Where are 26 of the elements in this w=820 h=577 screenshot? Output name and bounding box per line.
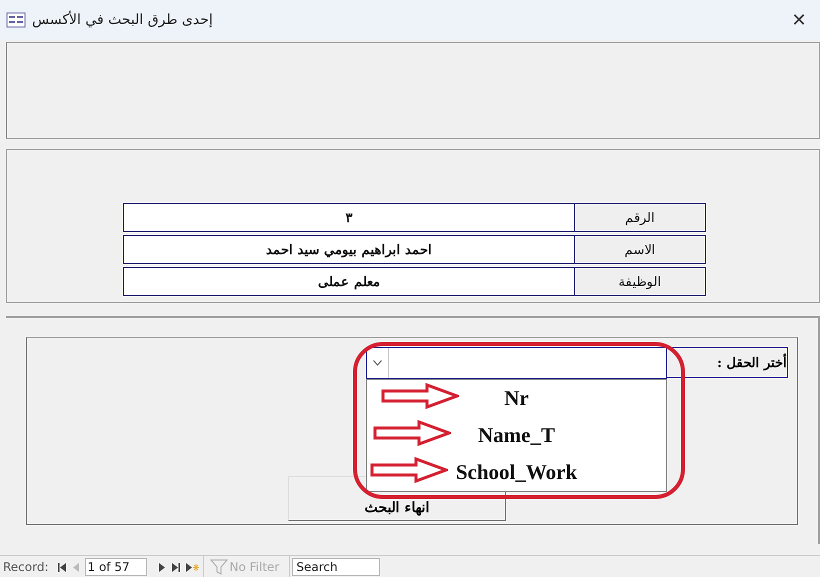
- dropdown-option[interactable]: Nr: [367, 380, 666, 417]
- new-record-icon: [186, 562, 200, 572]
- label-cell: الوظيفة: [575, 267, 706, 296]
- label-cell: الرقم: [575, 203, 706, 232]
- arrow-icon: [373, 420, 451, 446]
- triangle-icon: [172, 562, 180, 572]
- label-cell: الاسم: [575, 235, 706, 264]
- funnel-icon: [210, 558, 228, 576]
- arrow-icon: [370, 457, 448, 483]
- field-label: أختر الحقل :: [667, 347, 788, 378]
- form-icon: [6, 12, 26, 28]
- caret-icon: [373, 360, 382, 366]
- arrow-icon: [381, 383, 459, 409]
- value-cell: احمد ابراهيم بيومي سيد احمد: [123, 235, 575, 264]
- record-position-field[interactable]: 1 of 57: [84, 558, 147, 576]
- search-field[interactable]: Search: [292, 558, 380, 576]
- triangle-icon: [158, 562, 166, 572]
- window-title: إحدى طرق البحث في الأكسس: [32, 12, 213, 28]
- field-combo-box[interactable]: [366, 347, 667, 379]
- triangle-icon: [72, 562, 80, 572]
- dropdown-option[interactable]: Name_T: [367, 417, 666, 454]
- close-button[interactable]: ✕: [784, 5, 814, 35]
- triangle-icon: [58, 562, 66, 572]
- record-label: Record:: [2, 560, 50, 574]
- value-cell: ٣: [123, 203, 575, 232]
- value-cell: معلم عملى: [123, 267, 575, 296]
